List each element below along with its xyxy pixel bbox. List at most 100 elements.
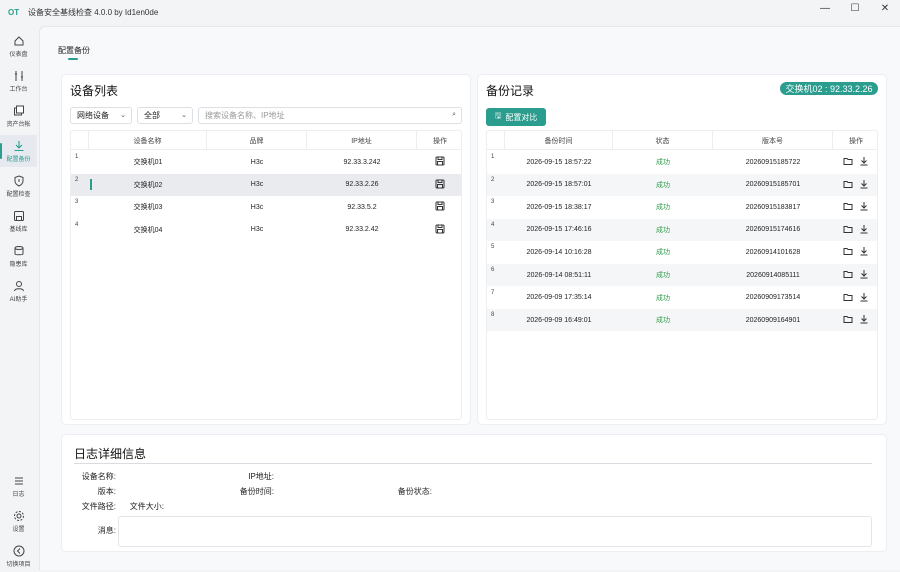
folder-icon[interactable]: [843, 314, 853, 326]
close-button[interactable]: ✕: [870, 0, 900, 16]
download-icon[interactable]: [859, 292, 869, 304]
row-number: 3: [75, 199, 79, 205]
device-list-title: 设备列表: [70, 84, 119, 98]
actions-cell: [417, 174, 463, 196]
download-icon[interactable]: [859, 269, 869, 281]
row-number: 1: [491, 154, 495, 160]
ip-cell: 92.33.3.242: [343, 158, 381, 166]
version-cell: 20260915185701: [745, 181, 801, 189]
device-table: 设备名称 品牌 IP地址 操作 1 交换机01 H3c 92.33.3.242 2 交换机…: [70, 130, 462, 420]
backup-time-cell: 2026-09-15 18:38:17: [526, 203, 592, 211]
download-icon[interactable]: [859, 314, 869, 326]
table-row[interactable]: 6 2026-09-14 08:51:11 成功 20260914085111: [487, 264, 877, 286]
sidebar-item-dashboard[interactable]: 仪表盘: [0, 30, 37, 62]
download-icon[interactable]: [859, 179, 869, 191]
backup-records-title: 备份记录: [486, 84, 535, 98]
table-row[interactable]: 2 交换机02 H3c 92.33.2.26: [71, 173, 463, 196]
backup-time-cell: 2026-09-14 08:51:11: [526, 271, 592, 279]
gear-icon: [13, 510, 24, 521]
version-cell: 20260914085111: [746, 271, 800, 279]
maximize-button[interactable]: ☐: [840, 0, 870, 16]
table-row[interactable]: 3 2026-09-15 18:38:17 成功 20260915183817: [487, 196, 877, 218]
compare-config-button[interactable]: 🖫 配置对比: [486, 108, 546, 126]
status-cell: 成功: [656, 181, 670, 189]
device-type-select[interactable]: 网络设备 ⌄: [70, 107, 132, 124]
log-details-card: 日志详细信息 设备名称: IP地址: 版本: 备份时间: 备份状态: 文件路径:…: [61, 434, 887, 552]
actions-cell: [833, 151, 879, 173]
table-row[interactable]: 7 2026-09-09 17:35:14 成功 20260909173514: [487, 287, 877, 309]
backup-time-cell: 2026-09-14 10:16:28: [526, 248, 592, 256]
table-row[interactable]: 2 2026-09-15 18:57:01 成功 20260915185701: [487, 173, 879, 196]
user-icon: [13, 280, 24, 291]
brand-cell: H3c: [250, 158, 264, 166]
save-icon[interactable]: [435, 201, 445, 213]
download-icon[interactable]: [859, 156, 869, 168]
device-status-select[interactable]: 全部 ⌄: [137, 107, 193, 124]
sidebar-item-workbench[interactable]: 工作台: [0, 65, 37, 97]
actions-cell: [417, 196, 463, 218]
tab-config-backup[interactable]: 配置备份: [58, 45, 90, 56]
folder-icon[interactable]: [843, 292, 853, 304]
table-row[interactable]: 5 2026-09-14 10:16:28 成功 20260914101628: [487, 241, 877, 263]
device-search-input[interactable]: 搜索设备名称、IP地址 ⌕: [198, 107, 462, 124]
log-details-title: 日志详细信息: [74, 447, 147, 461]
download-icon[interactable]: [859, 201, 869, 213]
save-icon[interactable]: [435, 156, 445, 168]
file-size-label: 文件大小:: [129, 502, 164, 511]
sidebar-item-baseline[interactable]: 基线库: [0, 205, 37, 237]
row-number: 6: [491, 267, 495, 273]
sidebar-item-hazard[interactable]: 隐患库: [0, 240, 37, 272]
sidebar-item-ai[interactable]: AI助手: [0, 275, 37, 307]
minimize-button[interactable]: —: [810, 0, 840, 16]
window-controls: — ☐ ✕: [810, 0, 900, 16]
ip-cell: 92.33.5.2: [347, 203, 377, 211]
row-number: 8: [491, 312, 495, 319]
row-number: 3: [491, 199, 495, 206]
table-row[interactable]: 4 交换机04 H3c 92.33.2.42: [71, 219, 461, 241]
device-name-cell: 交换机04: [133, 226, 163, 234]
table-row[interactable]: 8 2026-09-09 16:49:01 成功 20260909164901: [487, 309, 877, 332]
device-list-card: 设备列表 网络设备 ⌄ 全部 ⌄ 搜索设备名称、IP地址 ⌕ 设备名称 品牌 I…: [61, 74, 471, 425]
actions-cell: [417, 219, 463, 241]
folder-icon[interactable]: [843, 224, 853, 236]
device-name-cell: 交换机02: [133, 181, 163, 189]
download-icon[interactable]: [859, 224, 869, 236]
sidebar-item-assets[interactable]: 资产台帐: [0, 100, 37, 132]
save-icon[interactable]: [435, 179, 445, 191]
folder-icon[interactable]: [843, 179, 853, 191]
sidebar-item-log[interactable]: 日志: [0, 470, 37, 502]
sidebar-item-config-backup[interactable]: 配置备份: [0, 135, 37, 167]
status-cell: 成功: [656, 272, 670, 279]
folder-icon[interactable]: [843, 201, 853, 213]
app-logo: OT: [8, 7, 20, 17]
table-row[interactable]: 1 2026-09-15 18:57:22 成功 20260915185722: [487, 151, 877, 173]
save-icon[interactable]: [435, 224, 445, 236]
sidebar-item-config-check[interactable]: 配置检查: [0, 170, 37, 202]
folder-icon[interactable]: [843, 246, 853, 258]
version-label: 版本:: [97, 487, 116, 496]
table-row[interactable]: 4 2026-09-15 17:46:16 成功 20260915174616: [487, 218, 877, 241]
column-header: 版本号: [713, 131, 833, 150]
message-box[interactable]: [118, 516, 872, 547]
actions-cell: [833, 174, 879, 196]
device-name-cell: 交换机01: [133, 159, 163, 166]
backup-time-cell: 2026-09-15 18:57:22: [526, 158, 592, 166]
folder-icon[interactable]: [843, 269, 853, 281]
status-cell: 成功: [656, 226, 670, 234]
backup-status-label: 备份状态:: [397, 487, 432, 496]
row-number: 4: [75, 221, 79, 228]
table-row[interactable]: 1 交换机01 H3c 92.33.3.242: [71, 151, 461, 173]
device-name-cell: 交换机03: [133, 204, 163, 211]
table-row[interactable]: 3 交换机03 H3c 92.33.5.2: [71, 196, 461, 218]
save-icon: 🖫: [494, 111, 502, 120]
actions-cell: [833, 287, 879, 309]
actions-cell: [417, 151, 463, 173]
sidebar-item-switch-project[interactable]: 切换项目: [0, 540, 37, 572]
status-cell: 成功: [656, 159, 670, 166]
row-number: 2: [75, 176, 79, 183]
folder-icon[interactable]: [843, 156, 853, 168]
sidebar-item-settings[interactable]: 设置: [0, 505, 37, 537]
download-icon: [14, 140, 23, 151]
shield-icon: [14, 174, 23, 187]
download-icon[interactable]: [859, 246, 869, 258]
